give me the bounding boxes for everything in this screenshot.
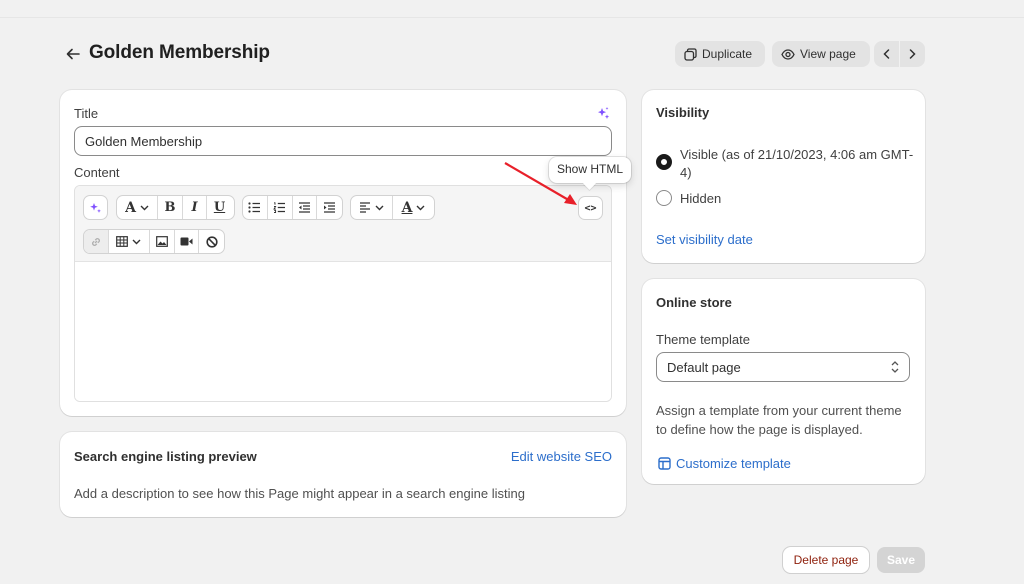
customize-template-label: Customize template: [676, 456, 791, 471]
bullet-list-icon: [248, 202, 261, 213]
show-html-button[interactable]: <>: [578, 196, 603, 220]
font-style-dropdown[interactable]: A: [117, 196, 158, 219]
next-page-button[interactable]: [900, 41, 925, 67]
outdent-button[interactable]: [293, 196, 318, 219]
layout-icon: [658, 457, 671, 470]
table-dropdown[interactable]: [109, 230, 151, 253]
image-icon: [155, 236, 168, 247]
insert-group: [83, 229, 225, 254]
eye-icon: [781, 48, 795, 60]
theme-template-select[interactable]: Default page: [656, 352, 910, 382]
text-format-group: A B I U: [116, 195, 235, 220]
template-help-text: Assign a template from your current them…: [656, 403, 902, 437]
annotation-arrow: [504, 162, 577, 205]
seo-preview-card: Search engine listing preview Edit websi…: [60, 432, 626, 517]
magic-sparkle-icon[interactable]: [597, 106, 610, 120]
content-label: Content: [74, 165, 120, 180]
chevron-down-icon: [140, 205, 149, 210]
align-dropdown[interactable]: [351, 196, 393, 219]
view-page-label: View page: [800, 47, 856, 61]
theme-template-label: Theme template: [656, 332, 750, 347]
view-page-button[interactable]: View page: [772, 41, 870, 67]
visible-radio[interactable]: [656, 154, 672, 170]
title-label: Title: [74, 106, 99, 121]
list-group: [242, 195, 343, 220]
top-bar: [0, 0, 1024, 18]
numbered-list-button[interactable]: [268, 196, 293, 219]
hidden-radio[interactable]: [656, 190, 672, 206]
underline-button[interactable]: U: [207, 196, 232, 219]
italic-button[interactable]: I: [183, 196, 207, 219]
magic-button[interactable]: [83, 195, 108, 220]
indent-icon: [324, 202, 336, 213]
duplicate-button[interactable]: Duplicate: [675, 41, 765, 67]
font-icon: A: [125, 199, 136, 216]
online-store-card: Online store Theme template Default page…: [642, 279, 925, 484]
chevron-left-icon: [883, 49, 890, 59]
chevron-down-icon: [132, 239, 141, 244]
rich-text-editor: A B I U A <>: [74, 185, 612, 402]
visible-label: Visible (as of 21/10/2023, 4:06 am GMT-4…: [680, 147, 914, 180]
underline-icon: U: [213, 200, 226, 215]
visibility-card: Visibility Visible (as of 21/10/2023, 4:…: [642, 90, 925, 263]
link-icon: [91, 237, 100, 246]
page-header: Golden Membership Duplicate View page: [60, 38, 925, 70]
video-icon: [180, 237, 193, 246]
edit-seo-link[interactable]: Edit website SEO: [511, 449, 612, 464]
bold-button[interactable]: B: [158, 196, 183, 219]
hidden-label: Hidden: [680, 191, 722, 206]
save-button[interactable]: Save: [877, 547, 925, 573]
title-input[interactable]: Golden Membership: [74, 126, 612, 156]
chevron-right-icon: [909, 49, 916, 59]
clear-format-icon: [206, 235, 218, 248]
magic-icon: [90, 203, 101, 213]
bullet-list-button[interactable]: [243, 196, 268, 219]
theme-template-value: Default page: [667, 360, 741, 375]
outdent-icon: [298, 202, 310, 213]
back-button[interactable]: [62, 43, 84, 65]
video-button[interactable]: [175, 230, 200, 253]
paragraph-format-group: A: [350, 195, 435, 220]
italic-icon: I: [191, 200, 198, 215]
clear-format-button[interactable]: [199, 230, 224, 253]
visibility-title: Visibility: [656, 105, 710, 120]
magic-tool[interactable]: [84, 196, 107, 219]
seo-description: Add a description to see how this Page m…: [74, 486, 525, 501]
arrow-left-icon: [66, 48, 80, 60]
editor-body[interactable]: [75, 263, 611, 401]
duplicate-icon: [684, 47, 697, 61]
text-color-dropdown[interactable]: A: [393, 196, 434, 219]
chevron-down-icon: [375, 205, 384, 210]
page-content-card: Title Golden Membership Content A B I U: [60, 90, 626, 416]
chevron-down-icon: [416, 205, 425, 210]
image-button[interactable]: [150, 230, 175, 253]
link-button[interactable]: [84, 230, 109, 253]
online-store-title: Online store: [656, 295, 732, 310]
page-title: Golden Membership: [89, 42, 270, 63]
align-icon: [360, 202, 370, 213]
table-icon: [116, 236, 129, 247]
duplicate-label: Duplicate: [702, 47, 753, 61]
seo-title: Search engine listing preview: [74, 449, 257, 464]
previous-page-button[interactable]: [874, 41, 899, 67]
select-arrows-icon: [891, 361, 899, 373]
bold-icon: B: [164, 200, 176, 215]
customize-template-link[interactable]: Customize template: [658, 456, 791, 471]
numbered-list-icon: [273, 202, 286, 213]
delete-page-button[interactable]: Delete page: [783, 547, 869, 573]
text-color-icon: A: [401, 199, 413, 216]
set-visibility-date-link[interactable]: Set visibility date: [656, 232, 753, 247]
indent-button[interactable]: [317, 196, 342, 219]
page-pager: [874, 41, 925, 67]
